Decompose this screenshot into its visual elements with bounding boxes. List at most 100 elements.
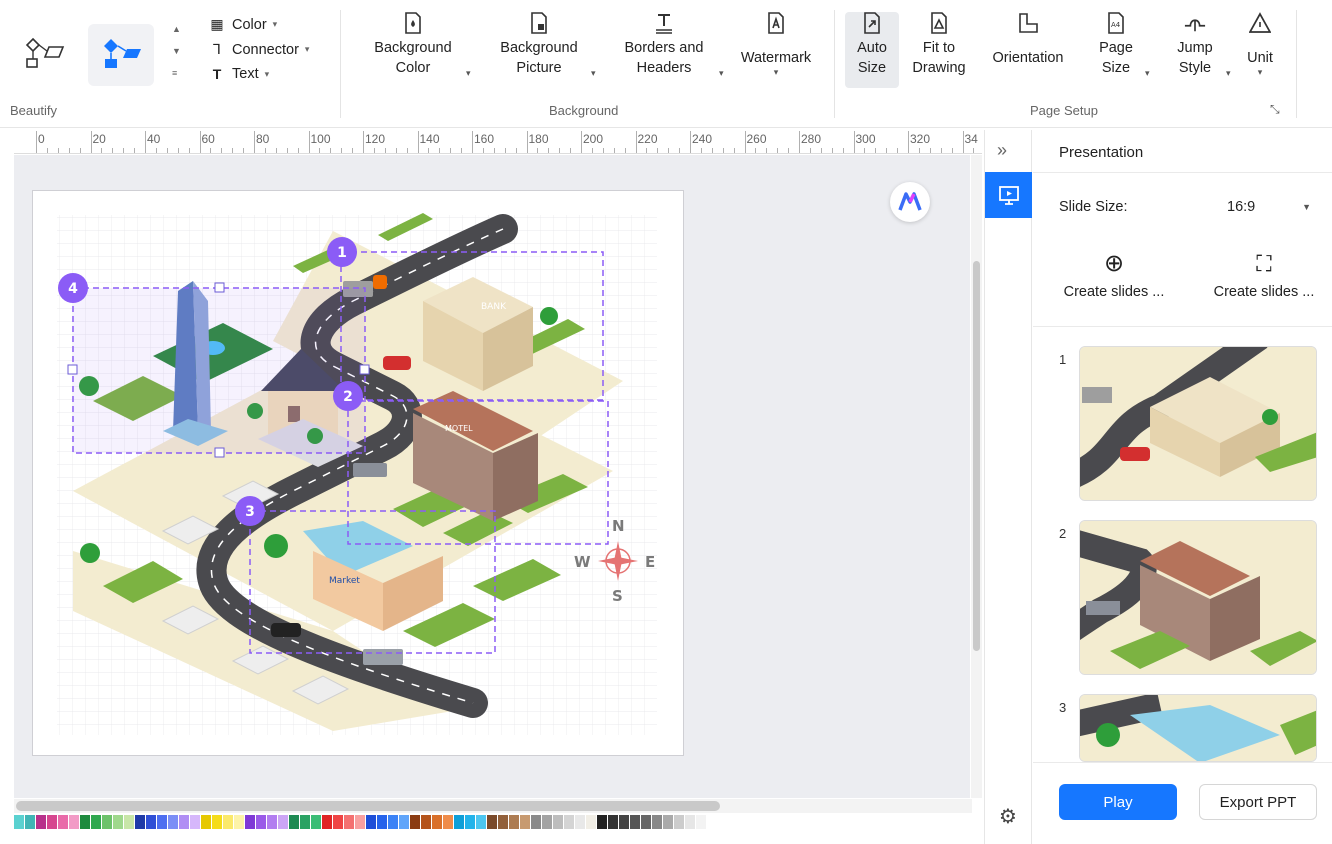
export-ppt-button[interactable]: Export PPT bbox=[1199, 784, 1317, 820]
slide-marker-2[interactable]: 2 bbox=[333, 381, 363, 411]
color-swatch[interactable] bbox=[278, 815, 288, 829]
color-swatch[interactable] bbox=[663, 815, 673, 829]
slide-thumbnail-1[interactable] bbox=[1079, 346, 1317, 501]
color-swatch[interactable] bbox=[102, 815, 112, 829]
color-swatch[interactable] bbox=[47, 815, 57, 829]
color-swatch[interactable] bbox=[454, 815, 464, 829]
presentation-tab[interactable] bbox=[985, 172, 1032, 218]
play-button[interactable]: Play bbox=[1059, 784, 1177, 820]
drawing-page[interactable]: BANK MOTEL Market N S E W 1 2 3 4 bbox=[32, 190, 684, 756]
jump-style-caret[interactable]: ▾ bbox=[1226, 68, 1231, 79]
style-preset-1[interactable] bbox=[12, 24, 78, 86]
unit-button[interactable]: Unit ▾ bbox=[1240, 12, 1280, 77]
color-palette[interactable] bbox=[14, 815, 982, 831]
color-swatch[interactable] bbox=[608, 815, 618, 829]
color-swatch[interactable] bbox=[333, 815, 343, 829]
color-swatch[interactable] bbox=[432, 815, 442, 829]
style-gallery-scroll[interactable]: ▲ ▼ ≡ bbox=[172, 18, 181, 84]
color-swatch[interactable] bbox=[674, 815, 684, 829]
background-picture-caret[interactable]: ▾ bbox=[591, 68, 596, 79]
color-swatch[interactable] bbox=[366, 815, 376, 829]
orientation-button[interactable]: Orientation bbox=[986, 12, 1070, 68]
color-swatch[interactable] bbox=[300, 815, 310, 829]
color-swatch[interactable] bbox=[14, 815, 24, 829]
color-swatch[interactable] bbox=[58, 815, 68, 829]
background-color-caret[interactable]: ▾ bbox=[466, 68, 471, 79]
page-size-button[interactable]: A4 Page Size bbox=[1090, 12, 1142, 78]
jump-style-button[interactable]: Jump Style bbox=[1166, 12, 1224, 78]
slide-thumbnail-3[interactable] bbox=[1079, 694, 1317, 762]
color-swatch[interactable] bbox=[179, 815, 189, 829]
color-swatch[interactable] bbox=[399, 815, 409, 829]
page-setup-dialog-launcher-icon[interactable]: ⤡ bbox=[1270, 102, 1280, 117]
color-swatch[interactable] bbox=[696, 815, 706, 829]
color-swatch[interactable] bbox=[135, 815, 145, 829]
slide-thumbnail-2[interactable] bbox=[1079, 520, 1317, 675]
watermark-button[interactable]: Watermark ▾ bbox=[734, 12, 818, 77]
slide-frame-4[interactable] bbox=[72, 287, 366, 454]
color-swatch[interactable] bbox=[388, 815, 398, 829]
color-swatch[interactable] bbox=[36, 815, 46, 829]
color-swatch[interactable] bbox=[575, 815, 585, 829]
fit-to-drawing-button[interactable]: Fit to Drawing bbox=[906, 12, 972, 78]
slide-marker-1[interactable]: 1 bbox=[327, 237, 357, 267]
background-picture-button[interactable]: Background Picture bbox=[492, 12, 586, 78]
color-swatch[interactable] bbox=[212, 815, 222, 829]
collapse-panel-icon[interactable]: » bbox=[997, 140, 1007, 161]
style-preset-2[interactable] bbox=[88, 24, 154, 86]
color-swatch[interactable] bbox=[201, 815, 211, 829]
slide-marker-3[interactable]: 3 bbox=[235, 496, 265, 526]
color-swatch[interactable] bbox=[641, 815, 651, 829]
color-swatch[interactable] bbox=[531, 815, 541, 829]
color-swatch[interactable] bbox=[69, 815, 79, 829]
color-swatch[interactable] bbox=[80, 815, 90, 829]
color-swatch[interactable] bbox=[113, 815, 123, 829]
borders-headers-button[interactable]: Borders and Headers bbox=[614, 12, 714, 78]
background-color-button[interactable]: Background Color bbox=[368, 12, 458, 78]
create-slides-auto-button[interactable]: ⊕ Create slides ... bbox=[1053, 250, 1175, 300]
color-swatch[interactable] bbox=[91, 815, 101, 829]
page-size-caret[interactable]: ▾ bbox=[1145, 68, 1150, 79]
color-swatch[interactable] bbox=[476, 815, 486, 829]
color-swatch[interactable] bbox=[322, 815, 332, 829]
color-swatch[interactable] bbox=[630, 815, 640, 829]
color-swatch[interactable] bbox=[410, 815, 420, 829]
color-swatch[interactable] bbox=[124, 815, 134, 829]
color-swatch[interactable] bbox=[234, 815, 244, 829]
color-swatch[interactable] bbox=[245, 815, 255, 829]
ai-assistant-button[interactable] bbox=[890, 182, 930, 222]
color-swatch[interactable] bbox=[267, 815, 277, 829]
color-swatch[interactable] bbox=[157, 815, 167, 829]
color-swatch[interactable] bbox=[190, 815, 200, 829]
horizontal-scroll-thumb[interactable] bbox=[16, 801, 720, 811]
color-swatch[interactable] bbox=[586, 815, 596, 829]
create-slides-frame-button[interactable]: ⛶ Create slides ... bbox=[1205, 250, 1323, 300]
color-swatch[interactable] bbox=[542, 815, 552, 829]
text-menu[interactable]: T Text ▾ bbox=[208, 66, 269, 82]
color-swatch[interactable] bbox=[289, 815, 299, 829]
slide-size-select[interactable]: 16:9 ▼ bbox=[1219, 190, 1315, 224]
color-swatch[interactable] bbox=[564, 815, 574, 829]
borders-headers-caret[interactable]: ▾ bbox=[719, 68, 724, 79]
city-map-illustration[interactable]: BANK MOTEL Market N S E W 1 2 3 4 bbox=[33, 191, 685, 757]
color-swatch[interactable] bbox=[465, 815, 475, 829]
connector-menu[interactable]: ⅂ Connector ▾ bbox=[208, 41, 309, 58]
vertical-scrollbar[interactable] bbox=[971, 155, 982, 798]
color-swatch[interactable] bbox=[355, 815, 365, 829]
canvas-area[interactable]: BANK MOTEL Market N S E W 1 2 3 4 bbox=[14, 155, 970, 798]
color-swatch[interactable] bbox=[619, 815, 629, 829]
color-swatch[interactable] bbox=[509, 815, 519, 829]
color-swatch[interactable] bbox=[256, 815, 266, 829]
color-swatch[interactable] bbox=[443, 815, 453, 829]
color-swatch[interactable] bbox=[685, 815, 695, 829]
color-swatch[interactable] bbox=[597, 815, 607, 829]
color-swatch[interactable] bbox=[377, 815, 387, 829]
color-swatch[interactable] bbox=[344, 815, 354, 829]
color-swatch[interactable] bbox=[652, 815, 662, 829]
color-swatch[interactable] bbox=[421, 815, 431, 829]
color-swatch[interactable] bbox=[487, 815, 497, 829]
settings-gear-icon[interactable]: ⚙ bbox=[999, 804, 1017, 829]
color-swatch[interactable] bbox=[553, 815, 563, 829]
auto-size-button[interactable]: Auto Size bbox=[845, 12, 899, 78]
color-swatch[interactable] bbox=[311, 815, 321, 829]
